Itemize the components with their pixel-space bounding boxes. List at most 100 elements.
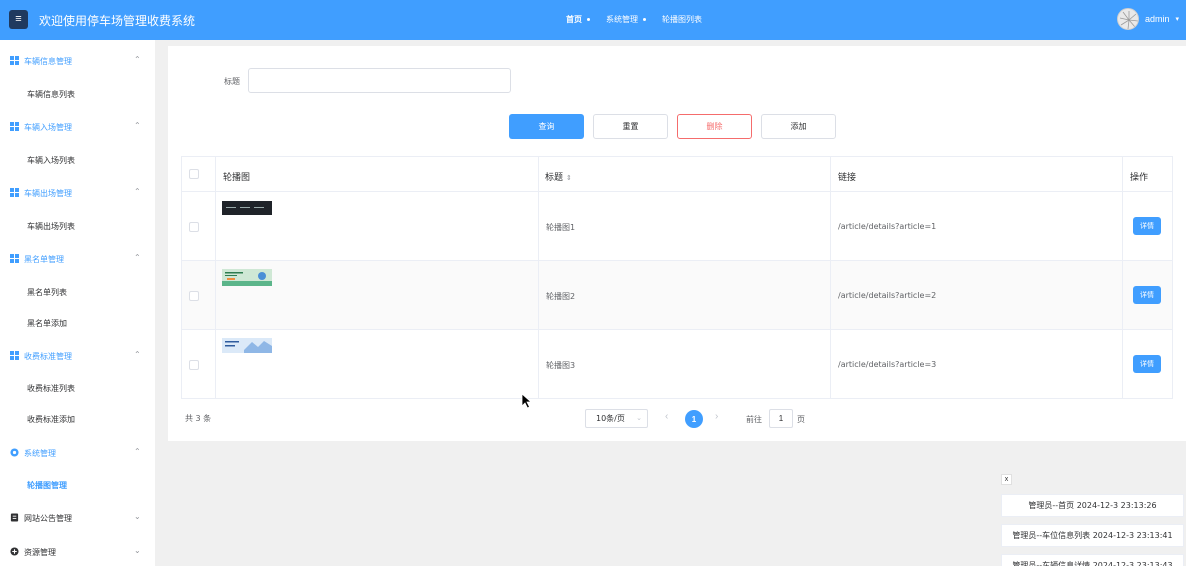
- title-search-input[interactable]: [248, 68, 511, 93]
- sidebar-group-label: 黑名单管理: [24, 255, 64, 264]
- sidebar-item-carousel[interactable]: 轮播图管理: [27, 480, 67, 491]
- query-button[interactable]: 查询: [509, 114, 584, 139]
- sidebar-item-fee-list[interactable]: 收费标准列表: [27, 383, 75, 394]
- chevron-down-icon: ⌄: [636, 414, 642, 422]
- chevron-up-icon: ⌃: [134, 350, 141, 359]
- row-action-cell: 详情: [1123, 261, 1172, 329]
- sidebar-item-fee-add[interactable]: 收费标准添加: [27, 414, 75, 425]
- chevron-up-icon: ⌃: [134, 187, 141, 196]
- page-number-current[interactable]: 1: [685, 410, 703, 428]
- sidebar-item-exit-list[interactable]: 车辆出场列表: [27, 221, 75, 232]
- sidebar-group-system[interactable]: 系统管理 ⌃: [0, 442, 155, 464]
- reset-button[interactable]: 重置: [593, 114, 668, 139]
- row-title-cell: 轮播图3: [539, 330, 831, 398]
- row-checkbox[interactable]: [189, 291, 199, 301]
- app-title: 欢迎使用停车场管理收费系统: [39, 14, 196, 28]
- log-entry: 管理员--车位信息列表 2024-12-3 23:13:41: [1001, 524, 1184, 547]
- row-image-cell: [216, 261, 539, 329]
- next-page-icon[interactable]: ›: [715, 411, 718, 422]
- sidebar-item-vehicle-list[interactable]: 车辆信息列表: [27, 89, 75, 100]
- carousel-table: 轮播图 标题 ⇕ 链接 操作 轮播图1 /article/details?arti…: [181, 156, 1173, 399]
- page-size-select[interactable]: 10条/页 ⌄: [585, 409, 648, 428]
- detail-button[interactable]: 详情: [1133, 355, 1161, 373]
- goto-label: 前往: [746, 415, 762, 424]
- sidebar-item-blacklist-add[interactable]: 黑名单添加: [27, 318, 67, 329]
- sidebar-item-blacklist-list[interactable]: 黑名单列表: [27, 287, 67, 298]
- header-link: 链接: [838, 173, 857, 183]
- sidebar-item-entry-list[interactable]: 车辆入场列表: [27, 155, 75, 166]
- header-title-label: 标题: [545, 173, 564, 183]
- sidebar-group-resource[interactable]: 资源管理 ⌄: [0, 541, 155, 563]
- nav-home-label: 首页: [566, 15, 582, 24]
- row-checkbox-cell: [182, 192, 216, 260]
- chevron-down-icon: ▾: [1175, 16, 1180, 23]
- table-row: 轮播图2 /article/details?article=2 详情: [182, 261, 1172, 330]
- sidebar-group-vehicle-info[interactable]: 车辆信息管理 ⌃: [0, 50, 155, 72]
- dot-icon: [587, 18, 590, 21]
- document-icon: [10, 513, 19, 522]
- row-checkbox[interactable]: [189, 222, 199, 232]
- nav-system-label: 系统管理: [606, 15, 638, 24]
- log-close-button[interactable]: x: [1001, 474, 1012, 485]
- row-action-cell: 详情: [1123, 330, 1172, 398]
- menu-toggle-icon[interactable]: ≡: [9, 10, 28, 29]
- header-action-cell: 操作: [1123, 157, 1172, 191]
- chevron-up-icon: ⌃: [134, 55, 141, 64]
- sort-icon[interactable]: ⇕: [566, 174, 572, 182]
- sidebar-group-label: 车辆信息管理: [24, 57, 72, 66]
- row-title-cell: 轮播图2: [539, 261, 831, 329]
- goto-page-input[interactable]: 1: [769, 409, 793, 428]
- mouse-cursor-icon: [521, 393, 532, 409]
- header-image: 轮播图: [223, 173, 251, 183]
- user-menu[interactable]: admin ▾: [1117, 8, 1179, 30]
- page-unit-label: 页: [797, 415, 805, 424]
- row-image-cell: [216, 330, 539, 398]
- row-link-cell: /article/details?article=2: [831, 261, 1123, 329]
- pagination-total: 共 3 条: [185, 414, 212, 423]
- header-checkbox-cell: [182, 157, 216, 191]
- sidebar-group-announcement[interactable]: 网站公告管理 ⌄: [0, 507, 155, 529]
- delete-button[interactable]: 删除: [677, 114, 752, 139]
- chevron-up-icon: ⌃: [134, 253, 141, 262]
- title-label: 标题: [224, 77, 240, 86]
- row-title-cell: 轮播图1: [539, 192, 831, 260]
- log-entry: 管理员--车辆信息详情 2024-12-3 23:13:43: [1001, 554, 1184, 566]
- row-title: 轮播图2: [546, 292, 576, 301]
- sidebar-group-fee-standard[interactable]: 收费标准管理 ⌃: [0, 345, 155, 367]
- header-title-cell: 标题 ⇕: [539, 157, 831, 191]
- sidebar-group-vehicle-entry[interactable]: 车辆入场管理 ⌃: [0, 116, 155, 138]
- dot-icon: [643, 18, 646, 21]
- plus-circle-icon: [10, 547, 19, 556]
- row-title: 轮播图1: [546, 223, 576, 232]
- table-row: 轮播图3 /article/details?article=3 详情: [182, 330, 1172, 399]
- select-all-checkbox[interactable]: [189, 169, 199, 179]
- grid-icon: [10, 56, 19, 65]
- page-size-value: 10条/页: [596, 414, 625, 423]
- detail-button[interactable]: 详情: [1133, 286, 1161, 304]
- row-checkbox-cell: [182, 330, 216, 398]
- nav-home[interactable]: 首页: [566, 14, 590, 25]
- detail-button[interactable]: 详情: [1133, 217, 1161, 235]
- username: admin: [1145, 14, 1170, 24]
- row-checkbox-cell: [182, 261, 216, 329]
- row-action-cell: 详情: [1123, 192, 1172, 260]
- nav-system[interactable]: 系统管理: [606, 14, 646, 25]
- sidebar-group-vehicle-exit[interactable]: 车辆出场管理 ⌃: [0, 182, 155, 204]
- prev-page-icon[interactable]: ‹: [665, 411, 668, 422]
- add-button[interactable]: 添加: [761, 114, 836, 139]
- header-title[interactable]: 标题 ⇕: [545, 170, 572, 183]
- carousel-thumbnail: [222, 201, 272, 215]
- sidebar: 车辆信息管理 ⌃ 车辆信息列表 车辆入场管理 ⌃ 车辆入场列表 车辆出场管理 ⌃…: [0, 40, 155, 566]
- row-link: /article/details?article=3: [838, 360, 937, 369]
- sidebar-group-label: 车辆出场管理: [24, 189, 72, 198]
- nav-carousel[interactable]: 轮播图列表: [662, 14, 702, 25]
- sidebar-group-blacklist[interactable]: 黑名单管理 ⌃: [0, 248, 155, 270]
- gear-icon: [10, 448, 19, 457]
- row-link: /article/details?article=1: [838, 222, 937, 231]
- carousel-thumbnail: [222, 338, 272, 353]
- grid-icon: [10, 122, 19, 131]
- grid-icon: [10, 351, 19, 360]
- row-link: /article/details?article=2: [838, 291, 937, 300]
- chevron-down-icon: ⌄: [134, 546, 141, 555]
- row-checkbox[interactable]: [189, 360, 199, 370]
